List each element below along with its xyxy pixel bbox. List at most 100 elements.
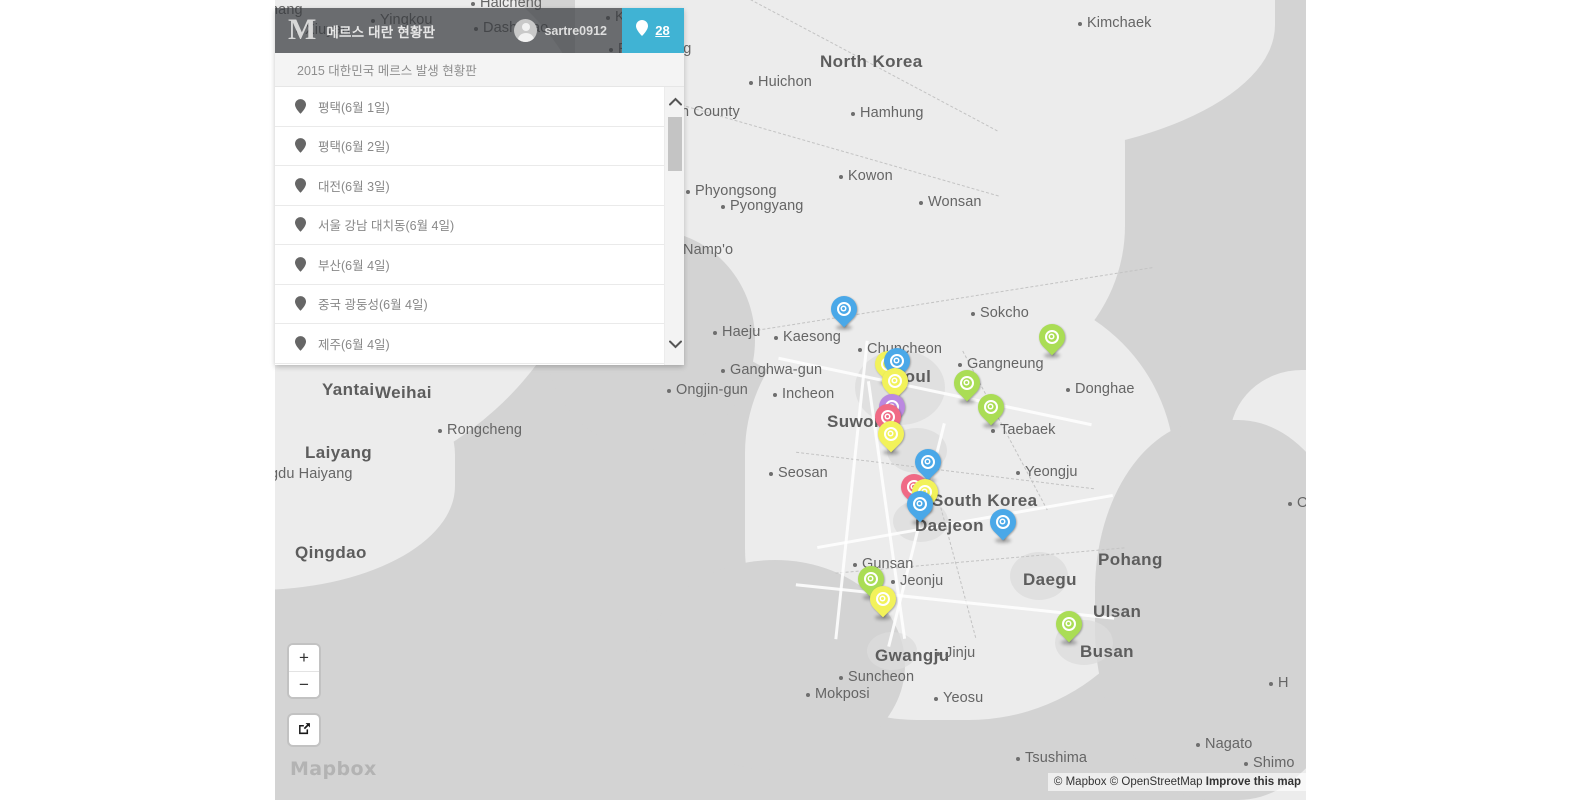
marker-yellow-pyeongtaek[interactable] [872, 415, 910, 457]
marker-blue-north[interactable] [825, 290, 863, 332]
marker-green-east-a[interactable] [948, 364, 986, 406]
marker-ring [921, 455, 935, 469]
map-label: Yantai [322, 380, 375, 399]
app-root: hangXiuyanYingkouHaichengDashiqiaoKuandi… [0, 0, 1584, 809]
map-pin-icon [295, 217, 306, 233]
map-city-dot [1244, 762, 1248, 766]
marker-ring [996, 515, 1010, 529]
map-label: Kowon [848, 168, 893, 184]
map-label: Jeonju [900, 573, 944, 589]
map-label: Gwangju [875, 646, 950, 665]
list-scrollbar[interactable] [664, 87, 684, 365]
map-city-dot [713, 331, 717, 335]
fullscreen-button[interactable] [289, 715, 319, 745]
app-logo[interactable]: M [288, 14, 316, 45]
map-city-dot [853, 563, 857, 567]
map-pin-icon [295, 256, 306, 272]
map-city-dot [774, 336, 778, 340]
map-label: Namp'o [683, 242, 734, 258]
list-item-label: 대전(6월 3일) [318, 179, 390, 194]
map-city-dot [769, 472, 773, 476]
map-city-dot [1196, 743, 1200, 747]
map-city-dot [1078, 22, 1082, 26]
attribution-mapbox[interactable]: © Mapbox [1054, 776, 1107, 788]
marker-blue-daejeon[interactable] [901, 485, 939, 527]
header-right-group: sartre0912 28 [514, 8, 684, 53]
map-label: Suncheon [848, 669, 915, 685]
marker-green-busan[interactable] [1050, 605, 1088, 647]
map-label: Pyongyang [730, 198, 804, 214]
location-list[interactable]: 평택(6월 1일) 평택(6월 2일) 대전(6월 3일) 서울 강남 대치동(6월 … [275, 87, 684, 365]
map-label: Taebaek [1000, 422, 1056, 438]
scrollbar-thumb[interactable] [668, 117, 682, 171]
marker-ring [960, 376, 974, 390]
map-city-dot [851, 112, 855, 116]
list-item-label: 평택(6월 2일) [318, 140, 390, 155]
map-pin-icon [295, 296, 306, 312]
map-zoom-controls[interactable]: + − [289, 645, 319, 697]
zoom-in-button[interactable]: + [289, 645, 319, 671]
map-label: Laiyang [305, 443, 373, 462]
panel-subtitle: 2015 대한민국 메르스 발생 현황판 [275, 53, 684, 87]
map-label: Sokcho [980, 305, 1029, 321]
attribution-osm[interactable]: © OpenStreetMap [1110, 776, 1203, 788]
attribution-improve-link[interactable]: Improve this map [1206, 776, 1301, 788]
username-label[interactable]: sartre0912 [544, 24, 607, 38]
list-item[interactable]: 제주(6월 4일) [275, 324, 664, 364]
scroll-down-chevron-icon[interactable] [665, 333, 684, 355]
map-city-dot [773, 393, 777, 397]
list-item[interactable]: 부산(6월 4일) [275, 245, 664, 285]
marker-ring [984, 400, 998, 414]
list-item[interactable]: 평택(6월 1일) [275, 87, 664, 127]
map-city-dot [839, 175, 843, 179]
map-label: gdu Haiyang [275, 466, 353, 482]
zoom-out-button[interactable]: − [289, 671, 319, 697]
map-pin-icon [295, 177, 306, 193]
badge-count: 28 [655, 23, 670, 38]
marker-green-taebaek[interactable] [972, 388, 1010, 430]
map-label: Ulsan [1093, 602, 1142, 621]
list-item-label: 서울 강남 대치동(6월 4일) [318, 219, 455, 234]
marker-count-badge[interactable]: 28 [622, 8, 684, 53]
list-item-label: 제주(6월 4일) [318, 337, 390, 352]
list-item[interactable]: 대전(6월 3일) [275, 166, 664, 206]
map-label: Phyongsong [695, 183, 777, 199]
map-label: Nagato [1205, 736, 1253, 752]
map-label: South Korea [932, 491, 1038, 510]
map-city-dot [936, 652, 940, 656]
map-city-dot [1288, 502, 1292, 506]
map-label: Incheon [782, 386, 835, 402]
marker-green-gangneung[interactable] [1033, 318, 1071, 360]
mapbox-logo[interactable]: Mapbox [290, 758, 377, 780]
map-city-dot [1066, 388, 1070, 392]
map-city-dot [934, 697, 938, 701]
map-label: Ganghwa-gun [730, 362, 823, 378]
map-city-dot [667, 389, 671, 393]
map-label: Yeosu [943, 690, 984, 706]
list-item[interactable]: 평택(6월 2일) [275, 126, 664, 166]
scroll-up-chevron-icon[interactable] [665, 90, 684, 112]
list-item[interactable]: 중국 광둥성(6월 4일) [275, 284, 664, 324]
marker-ring [890, 354, 904, 368]
list-item[interactable]: 서울 강남 대치동(6월 4일) [275, 205, 664, 245]
marker-yellow-southwest[interactable] [864, 580, 902, 622]
map-attribution[interactable]: © Mapbox © OpenStreetMap Improve this ma… [1047, 773, 1306, 791]
map-label: Mokposi [815, 686, 870, 702]
location-list-inner: 평택(6월 1일) 평택(6월 2일) 대전(6월 3일) 서울 강남 대치동(6월 … [275, 87, 664, 364]
marker-ring [864, 572, 878, 586]
marker-blue-southeast[interactable] [984, 503, 1022, 545]
marker-ring [913, 497, 927, 511]
marker-ring [837, 302, 851, 316]
avatar[interactable] [514, 19, 538, 42]
map-city-dot [686, 190, 690, 194]
map-label: Donghae [1075, 381, 1135, 397]
map-city-dot [858, 348, 862, 352]
map-label: Hamhung [860, 105, 924, 121]
map-city-dot [839, 676, 843, 680]
map-label: Weihai [375, 383, 432, 402]
app-title: 메르스 대란 현황판 [326, 24, 436, 40]
marker-ring [888, 374, 902, 388]
map-label: Tsushima [1025, 750, 1088, 766]
map-label: Haeju [722, 324, 761, 340]
map-label: Seosan [778, 465, 828, 481]
